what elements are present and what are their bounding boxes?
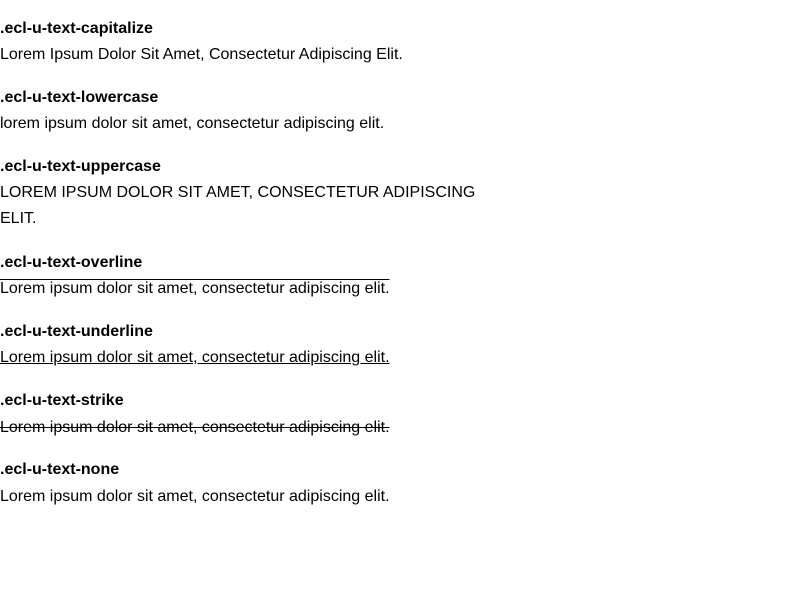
demo-sample-text: Lorem ipsum dolor sit amet, consectetur … xyxy=(0,280,390,297)
demo-title: .ecl-u-text-none xyxy=(0,461,120,478)
demo-title: .ecl-u-text-capitalize xyxy=(0,20,153,37)
demo-title: .ecl-u-text-strike xyxy=(0,392,124,409)
demo-lowercase: .ecl-u-text-lowercase Lorem ipsum dolor … xyxy=(0,88,490,137)
demo-sample-text: Lorem ipsum dolor sit amet, consectetur … xyxy=(0,184,476,227)
demo-page: .ecl-u-text-capitalize Lorem ipsum dolor… xyxy=(0,0,800,600)
demo-title: .ecl-u-text-overline xyxy=(0,254,143,271)
demo-sample-text: Lorem ipsum dolor sit amet, consectetur … xyxy=(0,115,385,132)
demo-overline: .ecl-u-text-overline Lorem ipsum dolor s… xyxy=(0,253,490,302)
demo-capitalize: .ecl-u-text-capitalize Lorem ipsum dolor… xyxy=(0,19,490,68)
demo-sample-text: Lorem ipsum dolor sit amet, consectetur … xyxy=(0,46,403,63)
demo-sample-text: Lorem ipsum dolor sit amet, consectetur … xyxy=(0,488,390,505)
demo-uppercase: .ecl-u-text-uppercase Lorem ipsum dolor … xyxy=(0,157,490,232)
demo-title: .ecl-u-text-uppercase xyxy=(0,158,161,175)
demo-none: .ecl-u-text-none Lorem ipsum dolor sit a… xyxy=(0,460,490,510)
demo-strike: .ecl-u-text-strike Lorem ipsum dolor sit… xyxy=(0,391,490,441)
demo-underline: .ecl-u-text-underline Lorem ipsum dolor … xyxy=(0,322,490,371)
demo-title: .ecl-u-text-lowercase xyxy=(0,89,159,106)
demo-sample-text: Lorem ipsum dolor sit amet, consectetur … xyxy=(0,419,390,436)
demo-title: .ecl-u-text-underline xyxy=(0,323,153,340)
demo-sample-text: Lorem ipsum dolor sit amet, consectetur … xyxy=(0,349,390,366)
